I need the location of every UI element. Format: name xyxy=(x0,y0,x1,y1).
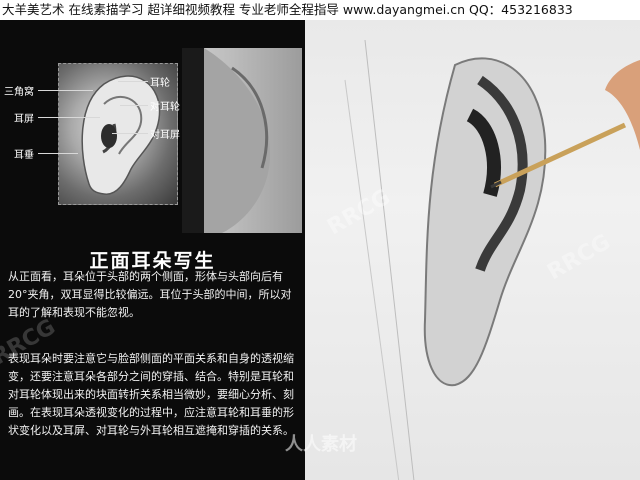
label-tragus: 耳屏 xyxy=(14,114,34,125)
diagram-panel: 三角窝 耳轮 对耳轮 耳屏 对耳屏 耳垂 正面耳朵写生 从正面看，耳朵位于头部的… xyxy=(0,20,305,480)
label-antitragus: 对耳屏 xyxy=(150,130,180,141)
leader-earlobe xyxy=(38,153,78,154)
ear-sketch-photo: RRCG RRCG xyxy=(305,20,640,480)
side-ear-illustration-icon xyxy=(182,48,271,233)
leader-tragus xyxy=(38,117,100,118)
label-helix: 耳轮 xyxy=(150,78,170,89)
leader-helix xyxy=(118,81,148,82)
lesson-paragraph-2: 表现耳朵时要注意它与脸部侧面的平面关系和自身的透视缩变，还要注意耳朵各部分之间的… xyxy=(8,352,294,437)
leader-antihelix xyxy=(120,105,148,106)
leader-triangle-fossa xyxy=(38,90,93,91)
banner-text: 大羊美艺术 在线素描学习 超详细视频教程 专业老师全程指导 www.dayang… xyxy=(2,2,573,17)
side-ear-photo xyxy=(182,48,302,233)
lesson-paragraph-1: 从正面看，耳朵位于头部的两个侧面，形体与头部向后有20°夹角，双耳显得比较偏远。… xyxy=(8,270,292,319)
watermark-renren: 人人素材 xyxy=(285,434,357,455)
label-earlobe: 耳垂 xyxy=(14,150,34,161)
top-banner: 大羊美艺术 在线素描学习 超详细视频教程 专业老师全程指导 www.dayang… xyxy=(0,0,640,20)
leader-antitragus xyxy=(112,133,148,134)
label-triangle-fossa: 三角窝 xyxy=(4,87,34,98)
label-antihelix: 对耳轮 xyxy=(150,102,180,113)
